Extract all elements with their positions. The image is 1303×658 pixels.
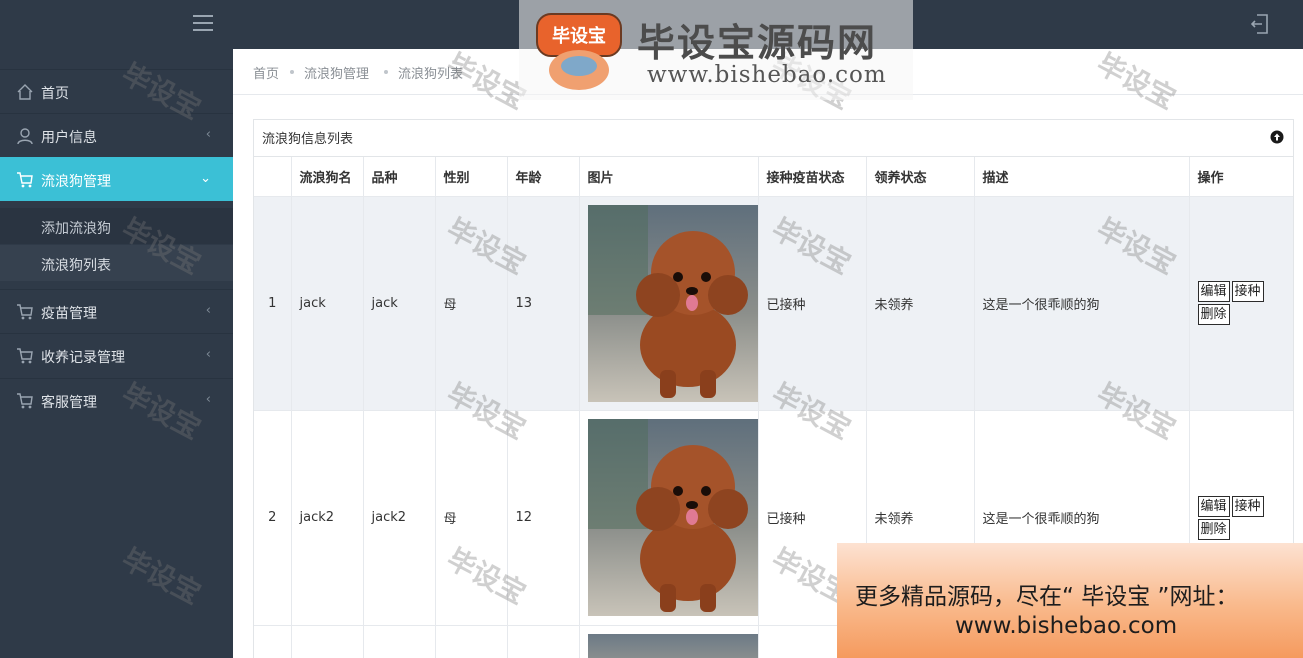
bishebao-logo-icon: 毕设宝 (536, 13, 622, 90)
panel-header: 流浪狗信息列表 (254, 120, 1293, 157)
vaccine-status: 已接种 (758, 196, 867, 411)
breadcrumb-dog-management[interactable]: 流浪狗管理 (304, 63, 369, 82)
row-index: 1 (254, 196, 292, 411)
edit-button[interactable]: 编辑 (1197, 281, 1230, 302)
home-icon (17, 84, 33, 100)
cart-icon (17, 393, 33, 409)
column-header: 领养状态 (866, 157, 975, 197)
sidebar-item-label: 流浪狗管理 (41, 174, 111, 190)
promo-text: 更多精品源码，尽在“ 毕设宝 ”网址： (855, 584, 1239, 610)
sidebar-item-adoption-records[interactable]: 收养记录管理 ‹ (0, 333, 233, 377)
collapse-up-icon[interactable] (1270, 130, 1284, 144)
dog-sex: 母 (435, 196, 508, 411)
column-header: 流浪狗名 (291, 157, 364, 197)
column-header: 品种 (363, 157, 436, 197)
dog-image-cell (579, 410, 759, 626)
table-row: 1 jack jack 母 13 已接种 未领养 这是一个很乖顺的狗 编辑 接种… (254, 196, 1293, 411)
column-header: 接种疫苗状态 (758, 157, 867, 197)
cart-icon (17, 304, 33, 320)
dog-sex: 母 (435, 410, 508, 626)
sidebar-subitem-label: 流浪狗列表 (41, 258, 111, 274)
chevron-left-icon: ‹ (205, 347, 211, 362)
sidebar-item-label: 客服管理 (41, 395, 97, 411)
dog-sex (435, 625, 508, 658)
dog-photo (587, 634, 758, 658)
dog-image-cell (579, 196, 759, 411)
adopt-status: 未领养 (866, 196, 975, 411)
breadcrumb-home[interactable]: 首页 (253, 63, 279, 82)
sidebar-item-user-info[interactable]: 用户信息 ‹ (0, 113, 233, 157)
sidebar: 首页 用户信息 ‹ 流浪狗管理 ⌄ 添加流浪狗 流浪狗列表 疫苗管理 ‹ 收养记… (0, 49, 233, 658)
row-index: 2 (254, 410, 292, 626)
breadcrumb-separator (384, 70, 388, 74)
logout-icon[interactable] (1251, 14, 1269, 34)
dog-breed: jack2 (363, 410, 436, 626)
dog-description: 这是一个很乖顺的狗 (974, 196, 1190, 411)
dog-photo (587, 204, 758, 402)
sidebar-subitem-add-dog[interactable]: 添加流浪狗 (0, 208, 233, 244)
dog-breed (363, 625, 436, 658)
dog-name: jack (291, 196, 364, 411)
table-header-row: 流浪狗名 品种 性别 年龄 图片 接种疫苗状态 领养状态 描述 操作 (254, 157, 1293, 197)
column-header: 操作 (1189, 157, 1293, 197)
watermark-banner: 毕设宝 毕设宝源码网 www.bishebao.com (519, 0, 913, 100)
column-header (254, 157, 292, 197)
dog-age: 13 (507, 196, 580, 411)
user-icon (17, 128, 33, 145)
chevron-left-icon: ‹ (205, 303, 211, 318)
row-actions: 编辑 接种 删除 (1189, 196, 1293, 411)
delete-button[interactable]: 删除 (1197, 304, 1230, 325)
dog-photo (587, 419, 758, 616)
sidebar-item-dog-management[interactable]: 流浪狗管理 ⌄ (0, 157, 233, 201)
svg-text:毕设宝: 毕设宝 (552, 25, 606, 47)
sidebar-item-vaccine[interactable]: 疫苗管理 ‹ (0, 289, 233, 333)
dog-image-cell (579, 625, 759, 658)
chevron-left-icon: ‹ (205, 392, 211, 407)
column-header: 性别 (435, 157, 508, 197)
breadcrumb-separator (290, 70, 294, 74)
dog-name: jack2 (291, 410, 364, 626)
cart-icon (17, 348, 33, 364)
breadcrumb-dog-list: 流浪狗列表 (398, 67, 464, 82)
column-header: 年龄 (507, 157, 580, 197)
dog-age (507, 625, 580, 658)
delete-button[interactable]: 删除 (1197, 518, 1230, 540)
chevron-left-icon: ‹ (205, 127, 211, 142)
sidebar-item-label: 用户信息 (41, 130, 97, 146)
menu-toggle-icon[interactable] (193, 15, 213, 31)
dog-breed: jack (363, 196, 436, 411)
sidebar-item-customer-service[interactable]: 客服管理 ‹ (0, 378, 233, 422)
vaccinate-button[interactable]: 接种 (1231, 281, 1264, 302)
sidebar-item-label: 收养记录管理 (41, 350, 125, 366)
sidebar-item-label: 首页 (41, 86, 69, 102)
promo-banner: 更多精品源码，尽在“ 毕设宝 ”网址： www.bishebao.com (837, 543, 1303, 658)
chevron-down-icon: ⌄ (200, 171, 211, 186)
column-header: 描述 (974, 157, 1190, 197)
sidebar-subitem-label: 添加流浪狗 (41, 221, 111, 237)
row-index (254, 625, 292, 658)
dog-name (291, 625, 364, 658)
watermark-url: www.bishebao.com (647, 62, 887, 88)
sidebar-item-label: 疫苗管理 (41, 306, 97, 322)
column-header: 图片 (579, 157, 759, 197)
promo-url: www.bishebao.com (955, 613, 1178, 639)
watermark-title: 毕设宝源码网 (637, 21, 878, 65)
edit-button[interactable]: 编辑 (1197, 495, 1230, 517)
dog-age: 12 (507, 410, 580, 626)
panel-title: 流浪狗信息列表 (262, 132, 354, 147)
sidebar-subitem-dog-list[interactable]: 流浪狗列表 (0, 245, 233, 281)
cart-icon (17, 172, 33, 188)
sidebar-item-home[interactable]: 首页 (0, 69, 233, 113)
vaccinate-button[interactable]: 接种 (1231, 495, 1264, 517)
